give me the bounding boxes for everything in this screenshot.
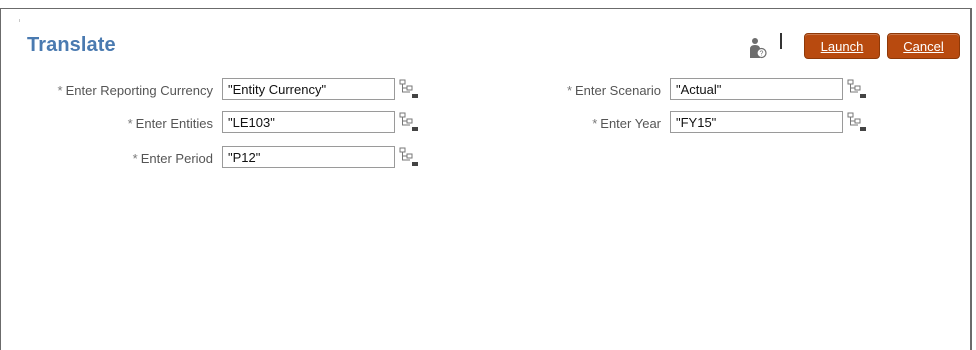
svg-text:?: ? (760, 51, 764, 58)
page-title: Translate (27, 34, 116, 56)
toolbar-divider (780, 33, 782, 49)
period-label-text: Enter Period (140, 151, 213, 166)
year-field[interactable] (670, 111, 843, 133)
entities-label-text: Enter Entities (135, 116, 213, 131)
member-selector-icon[interactable] (399, 147, 419, 167)
dialog-frame (0, 8, 972, 350)
scenario-label: * Enter Scenario (567, 83, 661, 98)
entities-field[interactable] (222, 111, 395, 133)
user-help-icon[interactable]: ? (747, 37, 767, 59)
member-selector-icon[interactable] (847, 112, 867, 132)
scenario-label-text: Enter Scenario (575, 83, 661, 98)
required-mark: * (127, 116, 133, 131)
launch-button[interactable]: Launch (804, 33, 880, 59)
reporting-currency-field[interactable] (222, 78, 395, 100)
required-mark: * (592, 116, 598, 131)
required-mark: * (132, 151, 138, 166)
period-field[interactable] (222, 146, 395, 168)
year-label: * Enter Year (592, 116, 661, 131)
scenario-field[interactable] (670, 78, 843, 100)
reporting-currency-label: * Enter Reporting Currency (58, 83, 213, 98)
required-mark: * (566, 83, 572, 98)
corner-mark (19, 19, 20, 22)
entities-label: * Enter Entities (128, 116, 213, 131)
period-label: * Enter Period (133, 151, 213, 166)
year-label-text: Enter Year (600, 116, 661, 131)
member-selector-icon[interactable] (399, 112, 419, 132)
cancel-button[interactable]: Cancel (887, 33, 960, 59)
member-selector-icon[interactable] (847, 79, 867, 99)
member-selector-icon[interactable] (399, 79, 419, 99)
reporting-currency-label-text: Enter Reporting Currency (65, 83, 213, 98)
required-mark: * (57, 83, 63, 98)
